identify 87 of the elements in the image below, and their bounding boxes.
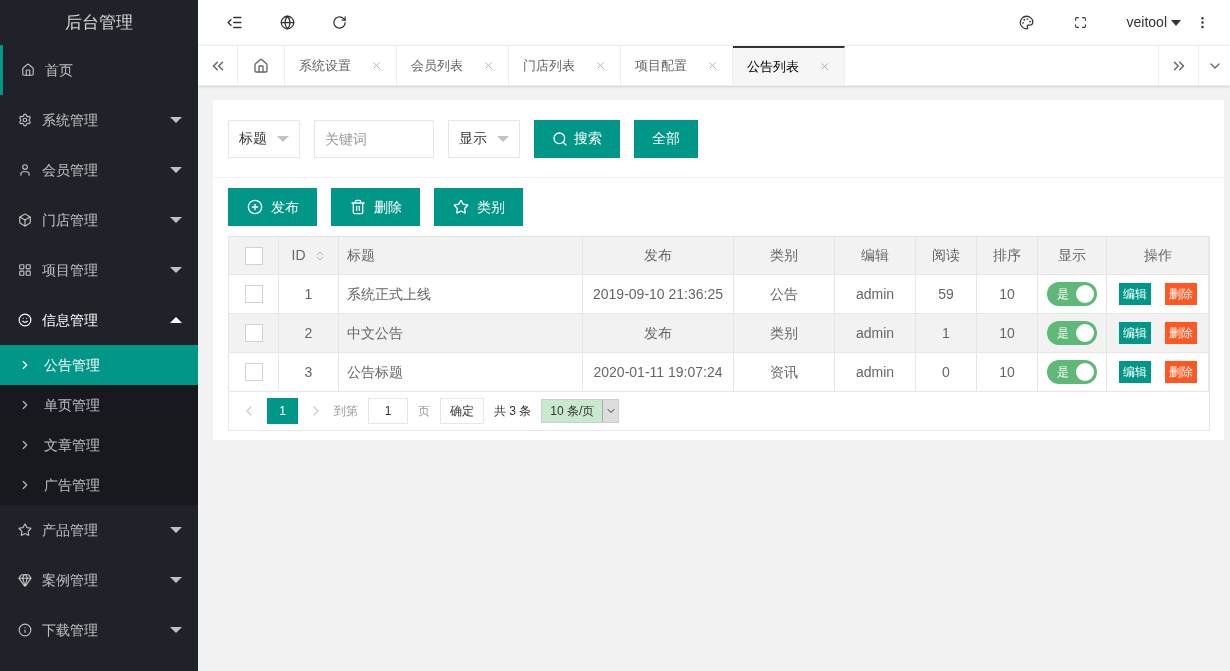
table-cell: admin [835,314,916,352]
sidebar-item[interactable]: 项目管理 [0,245,198,295]
page-size-select[interactable]: 10 条/页 [541,399,620,423]
caret-icon [277,135,289,142]
checkbox[interactable] [244,324,263,342]
close-icon[interactable] [595,60,606,71]
edit-button[interactable]: 编辑 [1118,361,1151,383]
table-cell: 2020-01-11 19:07:24 [583,353,734,391]
edit-button[interactable]: 编辑 [1118,283,1151,305]
confirm-button[interactable]: 确定 [440,398,484,424]
search-icon [552,130,568,147]
toolbar-button[interactable]: 发布 [228,188,317,226]
all-button[interactable]: 全部 [634,119,698,158]
column-header: 类别 [734,237,835,274]
table-cell: 发布 [583,314,734,352]
caret-icon [1171,19,1181,26]
tab[interactable]: 会员列表 [397,46,509,85]
tab[interactable]: 系统设置 [285,46,397,85]
column-header: 发布 [583,237,734,274]
table-cell: admin [835,353,916,391]
column-header: 操作 [1107,237,1209,274]
sidebar-item[interactable]: 门店管理 [0,195,198,245]
toolbar-button[interactable]: 删除 [331,188,420,226]
sidebar-subitem[interactable]: 广告管理 [0,465,198,505]
sidebar-item[interactable]: 信息管理 [0,295,198,345]
total-count: 共 3 条 [494,403,532,420]
close-icon[interactable] [819,61,830,72]
trash-icon [349,199,366,215]
table-cell: 1 [916,314,977,352]
table-cell: 10 [977,353,1038,391]
sidebar-item[interactable]: 会员管理 [0,145,198,195]
close-icon[interactable] [707,60,718,71]
tab[interactable]: 公告列表 [733,46,845,85]
column-header: 显示 [1038,237,1107,274]
close-icon[interactable] [371,60,382,71]
edit-button[interactable]: 编辑 [1118,322,1151,344]
table-cell: 0 [916,353,977,391]
table-cell: 10 [977,314,1038,352]
table-cell: 中文公告 [339,314,583,352]
page-input[interactable]: 1 [368,398,408,424]
table-cell: 2019-09-10 21:36:25 [583,275,734,313]
sidebar-subitem[interactable]: 公告管理 [0,345,198,385]
refresh-icon[interactable] [332,15,347,30]
sidebar-item[interactable]: 案例管理 [0,555,198,605]
table-cell: 类别 [734,314,835,352]
sidebar-item[interactable]: 下载管理 [0,605,198,655]
caret-icon [497,135,509,142]
table-cell: 10 [977,275,1038,313]
sidebar-item[interactable]: 系统管理 [0,95,198,145]
page-label: 页 [418,403,430,420]
checkbox[interactable] [244,246,263,265]
column-header[interactable]: ID [279,237,339,274]
sidebar-subitem[interactable]: 单页管理 [0,385,198,425]
plus-circle-icon [246,199,263,215]
goto-label: 到第 [334,403,358,420]
tab[interactable]: 门店列表 [509,46,621,85]
column-header: 排序 [977,237,1038,274]
column-header: 阅读 [916,237,977,274]
checkbox[interactable] [244,363,263,381]
table-cell: 资讯 [734,353,835,391]
table-cell: 2 [279,314,339,352]
table-cell: 1 [279,275,339,313]
sidebar-subitem[interactable]: 文章管理 [0,425,198,465]
table-cell: 系统正式上线 [339,275,583,313]
table-cell: 3 [279,353,339,391]
app-title: 后台管理 [64,11,134,34]
checkbox[interactable] [244,285,263,303]
table-cell: admin [835,275,916,313]
table-cell: 59 [916,275,977,313]
star-icon [452,199,469,215]
column-header: 标题 [339,237,583,274]
table-cell: 公告 [734,275,835,313]
close-icon[interactable] [483,60,494,71]
home-icon[interactable] [253,57,269,74]
keyword-field[interactable]: 关键词 [314,119,434,158]
user-menu[interactable]: veitool [1126,12,1181,33]
fullscreen-icon[interactable] [1073,16,1087,29]
table-cell: 公告标题 [339,353,583,391]
field-select[interactable]: 标题 [228,119,300,158]
display-select[interactable]: 显示 [448,119,520,158]
sidebar-item[interactable]: 产品管理 [0,505,198,555]
page-button[interactable]: 1 [267,398,298,424]
column-header: 编辑 [835,237,916,274]
toolbar-button[interactable]: 类别 [434,188,523,226]
search-button[interactable]: 搜索 [534,119,620,158]
palette-icon[interactable] [1018,15,1034,30]
globe-icon[interactable] [280,15,295,30]
